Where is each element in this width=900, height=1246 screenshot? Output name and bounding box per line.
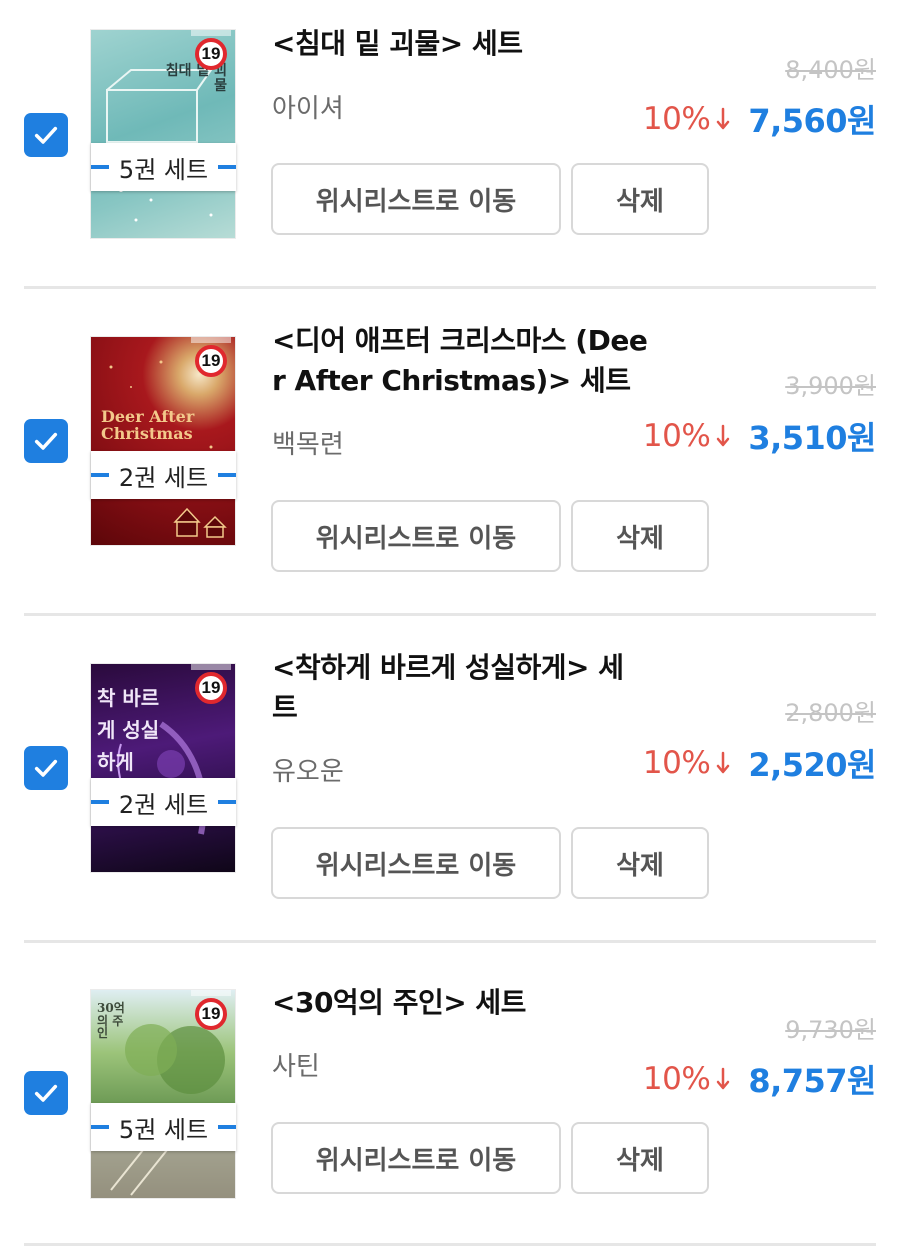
arrow-down-icon: [717, 751, 730, 774]
book-cover-image[interactable]: 30억의 주인 19: [91, 990, 235, 1198]
arrow-down-icon: [717, 424, 730, 447]
price-row: 10% 2,520원: [642, 740, 877, 786]
select-checkbox[interactable]: [24, 1071, 68, 1115]
item-title-line: r After Christmas)> 세트: [272, 364, 631, 397]
set-count-label: 5권 세트: [91, 1103, 236, 1151]
item-author: 사틴: [272, 1052, 320, 1082]
item-title[interactable]: <디어 애프터 크리스마스 (Dee r After Christmas)> 세…: [272, 321, 652, 401]
item-title[interactable]: <착하게 바르게 성실하게> 세 트: [272, 648, 652, 728]
book-cover-image[interactable]: 착 바르게 성실 하게 19: [91, 664, 235, 872]
price-row: 10% 7,560원: [642, 96, 877, 142]
item-title[interactable]: <침대 밑 괴물> 세트: [272, 24, 652, 64]
sale-price: 3,510원: [748, 419, 876, 457]
checkmark-icon: [34, 1084, 58, 1102]
discount-rate: 10%: [642, 101, 711, 137]
age-19-badge-icon: 19: [195, 38, 227, 70]
original-price: 9,730원: [785, 1016, 876, 1044]
price-row: 10% 3,510원: [642, 413, 877, 459]
item-author: 아이셔: [272, 94, 344, 124]
select-checkbox[interactable]: [24, 419, 68, 463]
delete-button[interactable]: 삭제: [571, 500, 709, 572]
move-to-wishlist-button[interactable]: 위시리스트로 이동: [271, 163, 561, 235]
select-checkbox[interactable]: [24, 746, 68, 790]
delete-button[interactable]: 삭제: [571, 163, 709, 235]
book-cover-image[interactable]: Deer After Christmas 19: [91, 337, 235, 545]
set-count-label: 2권 세트: [91, 451, 236, 499]
delete-button[interactable]: 삭제: [571, 1122, 709, 1194]
book-cover-image[interactable]: 침대 밑 괴물 19: [91, 30, 235, 238]
item-title-line: <침대 밑 괴물> 세트: [272, 27, 523, 60]
item-title-line: <착하게 바르게 성실하게> 세: [272, 651, 624, 684]
cart-item: Deer After Christmas 19 2권 세트 <디어 애프터 크리…: [0, 288, 900, 614]
age-19-badge-icon: 19: [195, 345, 227, 377]
move-to-wishlist-button[interactable]: 위시리스트로 이동: [271, 1122, 561, 1194]
item-author: 백목련: [272, 430, 344, 460]
checkmark-icon: [34, 432, 58, 450]
discount-rate: 10%: [642, 418, 711, 454]
move-to-wishlist-button[interactable]: 위시리스트로 이동: [271, 827, 561, 899]
original-price: 2,800원: [785, 699, 876, 727]
item-title-line: <30억의 주인> 세트: [272, 986, 526, 1019]
sale-price: 2,520원: [748, 746, 876, 784]
original-price: 3,900원: [785, 372, 876, 400]
discount-rate: 10%: [642, 1061, 711, 1097]
delete-button[interactable]: 삭제: [571, 827, 709, 899]
arrow-down-icon: [717, 1067, 730, 1090]
checkmark-icon: [34, 759, 58, 777]
move-to-wishlist-button[interactable]: 위시리스트로 이동: [271, 500, 561, 572]
sale-price: 7,560원: [748, 102, 876, 140]
discount-rate: 10%: [642, 745, 711, 781]
price-row: 10% 8,757원: [642, 1056, 877, 1102]
set-count-label: 2권 세트: [91, 778, 236, 826]
set-count-label: 5권 세트: [91, 143, 236, 191]
cart-item: 침대 밑 괴물 19 5권 세트 <침대 밑 괴물> 세트 아이셔 8,400원…: [0, 0, 900, 288]
item-title[interactable]: <30억의 주인> 세트: [272, 983, 652, 1023]
cover-title: 착 바르게 성실 하게: [97, 686, 160, 774]
cover-title: 30억의 주인: [97, 1001, 125, 1041]
item-title-line: <디어 애프터 크리스마스 (Dee: [272, 324, 648, 357]
arrow-down-icon: [717, 107, 730, 130]
item-title-line: 트: [272, 691, 298, 724]
cart-item: 착 바르게 성실 하게 19 2권 세트 <착하게 바르게 성실하게> 세 트 …: [0, 615, 900, 941]
checkmark-icon: [34, 126, 58, 144]
cover-title: Deer After Christmas: [101, 407, 195, 443]
select-checkbox[interactable]: [24, 113, 68, 157]
age-19-badge-icon: 19: [195, 672, 227, 704]
sale-price: 8,757원: [748, 1062, 876, 1100]
original-price: 8,400원: [785, 56, 876, 84]
age-19-badge-icon: 19: [195, 998, 227, 1030]
cart-item: 30억의 주인 19 5권 세트 <30억의 주인> 세트 사틴 9,730원 …: [0, 942, 900, 1246]
item-author: 유오운: [272, 757, 344, 787]
